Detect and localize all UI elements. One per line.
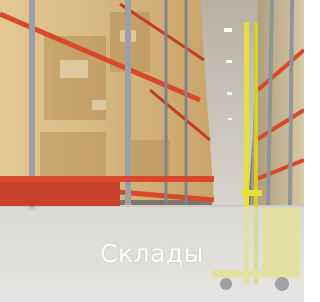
tile-caption[interactable]: Склады (100, 239, 204, 268)
warehouse-category-tile[interactable]: Склады (0, 0, 304, 302)
ceiling-lamp-icon (224, 28, 232, 32)
caption-band: Склады (0, 207, 304, 302)
